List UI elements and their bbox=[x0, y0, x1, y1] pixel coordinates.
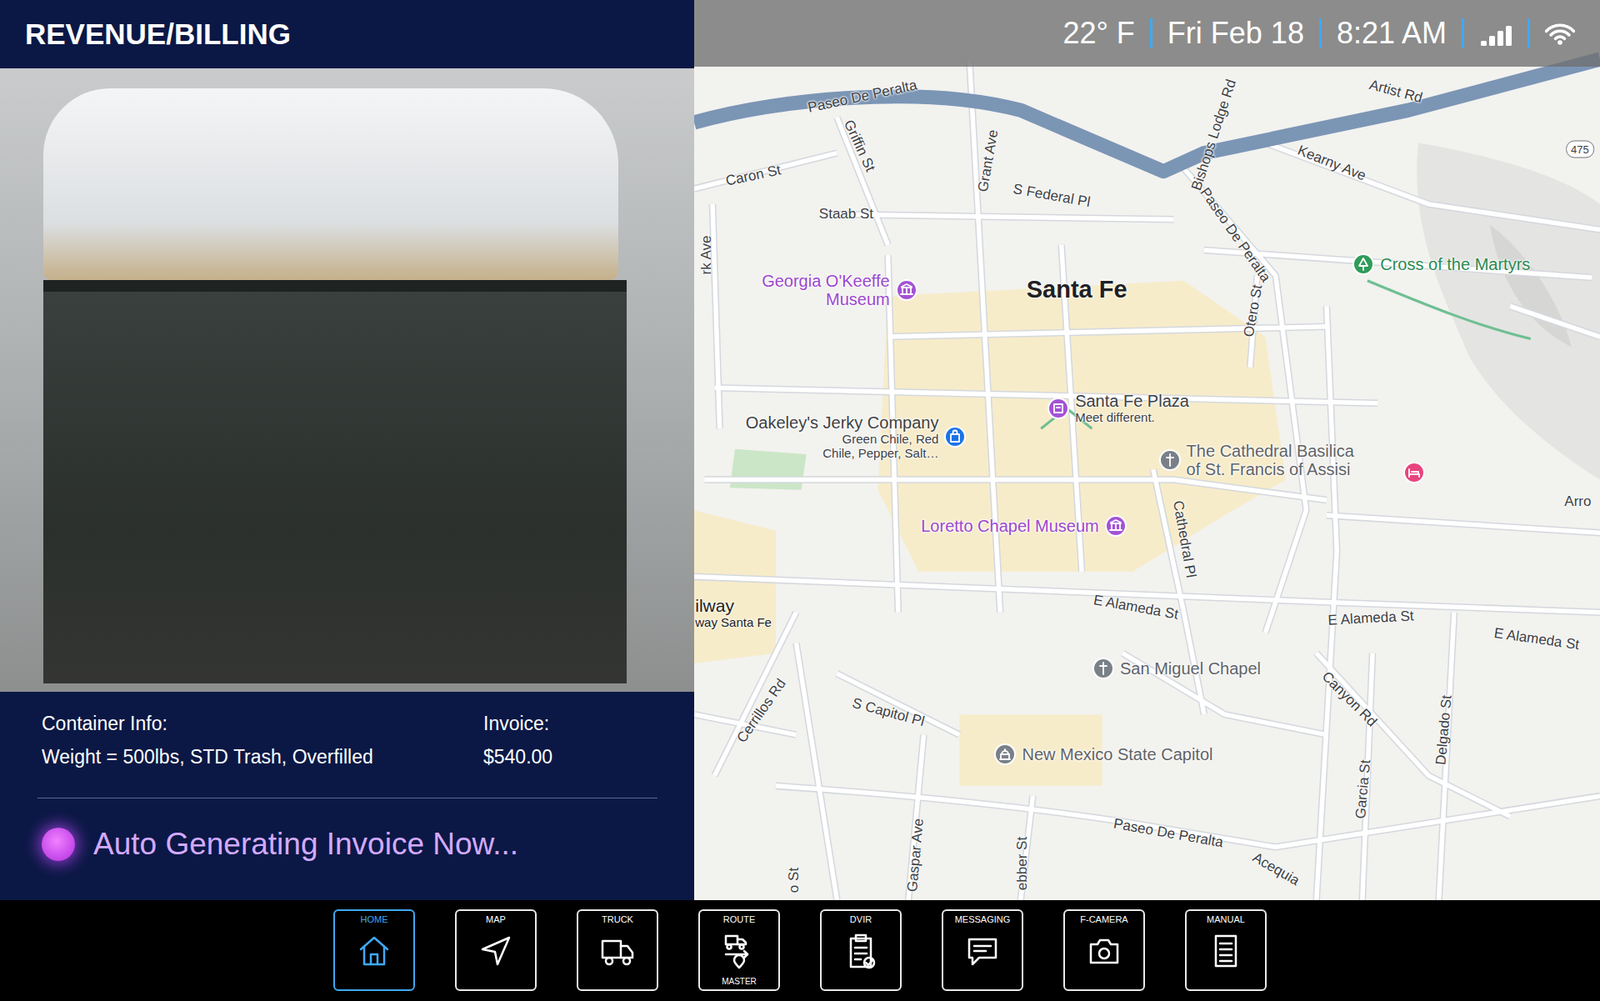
nav-button[interactable]: MESSAGING bbox=[941, 909, 1024, 991]
nav-icon bbox=[1205, 930, 1246, 971]
progress-text: Auto Generating Invoice Now... bbox=[93, 826, 519, 862]
nav-label: TRUCK bbox=[601, 914, 634, 925]
nav-label: DVIR bbox=[850, 914, 872, 925]
shop-icon[interactable] bbox=[943, 425, 967, 449]
time: 8:21 AM bbox=[1336, 15, 1447, 51]
nav-label: ROUTE bbox=[723, 914, 756, 925]
church-icon[interactable] bbox=[1158, 448, 1182, 472]
street-label: rk Ave bbox=[698, 235, 715, 275]
place-subtitle: Chile, Pepper, Salt… bbox=[745, 445, 940, 460]
nav-label: HOME bbox=[360, 914, 389, 925]
separator bbox=[1150, 18, 1153, 49]
place-label: Oakeley's Jerky CompanyGreen Chile, RedC… bbox=[745, 413, 940, 461]
place-name: The Cathedral Basilica bbox=[1186, 441, 1355, 460]
nav-button[interactable]: HOME bbox=[333, 909, 415, 991]
nav-icon bbox=[840, 930, 881, 971]
place-label: The Cathedral Basilicaof St. Francis of … bbox=[1186, 441, 1355, 479]
nav-label: MAP bbox=[485, 914, 506, 925]
place-name: Cross of the Martyrs bbox=[1380, 255, 1530, 274]
railway-title: ilway bbox=[695, 595, 772, 615]
place-subtitle: Green Chile, Red bbox=[745, 431, 940, 446]
street-label: Staab St bbox=[819, 205, 874, 223]
nav-icon bbox=[719, 930, 760, 971]
place-name: Santa Fe Plaza bbox=[1075, 391, 1190, 410]
nav-label: MESSAGING bbox=[955, 914, 1011, 925]
container-info-value: Weight = 500lbs, STD Trash, Overfilled bbox=[41, 742, 484, 771]
place-label: New Mexico State Capitol bbox=[1021, 745, 1213, 764]
nav-icon bbox=[597, 930, 638, 971]
place-name: Museum bbox=[761, 290, 890, 309]
place-name: San Miguel Chapel bbox=[1120, 659, 1261, 678]
invoice-label: Invoice: bbox=[483, 709, 661, 738]
container-photo bbox=[0, 68, 695, 692]
highway-shield: 475 bbox=[1565, 140, 1595, 158]
place-name: New Mexico State Capitol bbox=[1021, 745, 1213, 764]
city-label: Santa Fe bbox=[1026, 275, 1128, 303]
plaza-icon[interactable] bbox=[1046, 396, 1070, 420]
nav-button[interactable]: F-CAMERA bbox=[1063, 909, 1145, 991]
capitol-icon[interactable] bbox=[993, 742, 1017, 766]
museum-icon[interactable] bbox=[1104, 514, 1128, 538]
wifi-icon bbox=[1545, 20, 1575, 46]
nav-icon bbox=[354, 930, 395, 971]
nav-label: F-CAMERA bbox=[1080, 914, 1128, 925]
container-info: Container Info: Weight = 500lbs, STD Tras… bbox=[41, 709, 484, 771]
progress-row: Auto Generating Invoice Now... bbox=[41, 823, 661, 865]
status-bar: 22° F Fri Feb 18 8:21 AM bbox=[694, 0, 1600, 67]
nav-label: MANUAL bbox=[1206, 914, 1245, 925]
place-name: Loretto Chapel Museum bbox=[920, 516, 1099, 535]
trash-bags bbox=[43, 88, 619, 280]
separator bbox=[1461, 18, 1465, 49]
place-name: Oakeley's Jerky Company bbox=[745, 413, 940, 432]
date: Fri Feb 18 bbox=[1167, 15, 1305, 51]
panel-header: REVENUE/BILLING bbox=[0, 0, 695, 69]
invoice-info: Invoice: $540.00 bbox=[483, 709, 661, 771]
main-area: REVENUE/BILLING Container Info: Weight = 5… bbox=[0, 0, 1600, 900]
nav-sublabel: MASTER bbox=[721, 976, 757, 987]
nav-icon bbox=[475, 930, 516, 971]
panel-title: REVENUE/BILLING bbox=[25, 17, 291, 51]
nav-button[interactable]: ROUTE MASTER bbox=[698, 909, 780, 991]
place-label: San Miguel Chapel bbox=[1120, 659, 1261, 678]
place-name: of St. Francis of Assisi bbox=[1186, 460, 1355, 479]
place-label: Cross of the Martyrs bbox=[1380, 255, 1530, 274]
street-label: Arro bbox=[1564, 493, 1591, 510]
church-icon[interactable] bbox=[1091, 656, 1115, 680]
place-subtitle: Meet different. bbox=[1075, 410, 1190, 425]
separator bbox=[1527, 18, 1530, 49]
street-label: o St bbox=[785, 866, 803, 892]
map[interactable]: Paseo De PeraltaBishops Lodge RdArtist R… bbox=[694, 0, 1600, 900]
railway-subtitle: way Santa Fe bbox=[695, 615, 772, 630]
nav-bar: HOME MAP TRUCK ROUTE MASTER DVIR MESSAGING F-CA… bbox=[0, 900, 1600, 1001]
place-label: Santa Fe PlazaMeet different. bbox=[1075, 391, 1190, 425]
signal-icon bbox=[1479, 20, 1513, 46]
temperature: 22° F bbox=[1062, 15, 1135, 51]
museum-icon[interactable] bbox=[895, 278, 919, 302]
hotel-icon[interactable] bbox=[1402, 460, 1426, 485]
nav-icon bbox=[962, 930, 1003, 971]
divider bbox=[37, 797, 658, 799]
place-label: Loretto Chapel Museum bbox=[920, 516, 1099, 535]
nav-button[interactable]: MAP bbox=[455, 909, 537, 991]
progress-dot bbox=[41, 827, 75, 861]
place-label: Georgia O'KeeffeMuseum bbox=[761, 271, 890, 309]
nav-icon bbox=[1084, 930, 1125, 971]
invoice-value: $540.00 bbox=[483, 742, 661, 771]
nav-button[interactable]: MANUAL bbox=[1185, 909, 1267, 991]
park-icon[interactable] bbox=[1351, 252, 1375, 276]
nav-button[interactable]: TRUCK bbox=[576, 909, 659, 991]
street-label: ebber St bbox=[1014, 836, 1031, 890]
container-info-label: Container Info: bbox=[41, 709, 484, 738]
nav-button[interactable]: DVIR bbox=[820, 909, 902, 991]
dumpster bbox=[43, 280, 627, 684]
billing-panel: REVENUE/BILLING Container Info: Weight = 5… bbox=[0, 0, 695, 900]
separator bbox=[1319, 18, 1322, 49]
railway-label: ilwayway Santa Fe bbox=[695, 595, 772, 630]
place-name: Georgia O'Keeffe bbox=[761, 271, 890, 290]
info-grid: Container Info: Weight = 500lbs, STD Tras… bbox=[41, 709, 661, 771]
container-info-panel: Container Info: Weight = 500lbs, STD Tras… bbox=[0, 691, 695, 900]
screen: REVENUE/BILLING Container Info: Weight = 5… bbox=[0, 0, 1600, 1001]
